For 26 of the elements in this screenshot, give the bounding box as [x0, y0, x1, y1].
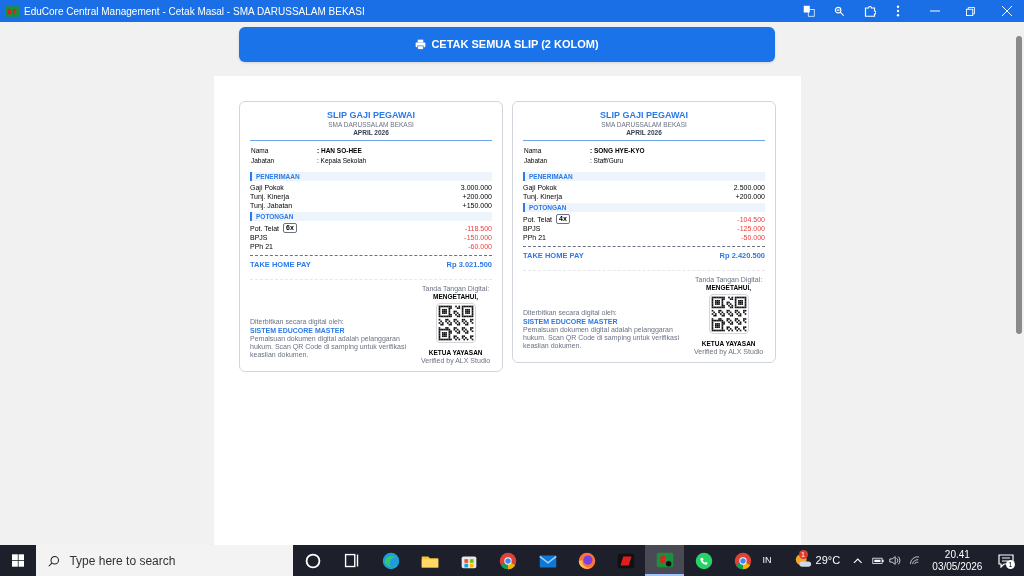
puzzle-icon[interactable]	[864, 5, 876, 17]
speaker-icon[interactable]	[889, 555, 902, 566]
search-field[interactable]: Type here to search	[36, 545, 294, 576]
windows-logo-icon[interactable]	[12, 554, 25, 567]
printer-icon	[415, 39, 427, 50]
notification-bubble-icon[interactable]	[997, 553, 1014, 568]
zoom-icon[interactable]	[834, 5, 845, 17]
search-icon	[48, 555, 61, 567]
taskbar-app-button[interactable]	[645, 545, 685, 576]
chevron-up-icon[interactable]	[853, 557, 863, 564]
clock[interactable]: 20.41 03/05/2026	[926, 548, 988, 573]
restore-icon[interactable]	[966, 6, 975, 16]
print-all-button[interactable]: CETAK SEMUA SLIP (2 KOLOM)	[239, 27, 775, 62]
window-title: EduCore Central Management - Cetak Masal - SMA DARUSSALAM BEKASI	[24, 4, 365, 19]
slip-title: SLIP GAJI PEGAWAI	[600, 110, 688, 121]
app-logo-icon	[5, 5, 19, 17]
qr-code-icon	[708, 294, 749, 335]
qr-code-icon	[435, 303, 476, 344]
slip-title: SLIP GAJI PEGAWAI	[327, 110, 415, 121]
translate-icon[interactable]	[803, 5, 815, 17]
wifi-icon[interactable]	[909, 555, 921, 566]
battery-icon[interactable]	[871, 556, 884, 565]
language-indicator[interactable]: IN	[762, 553, 772, 568]
close-icon[interactable]	[1002, 6, 1012, 16]
more-icon[interactable]	[896, 5, 900, 17]
temperature[interactable]: 29°C	[815, 552, 841, 569]
